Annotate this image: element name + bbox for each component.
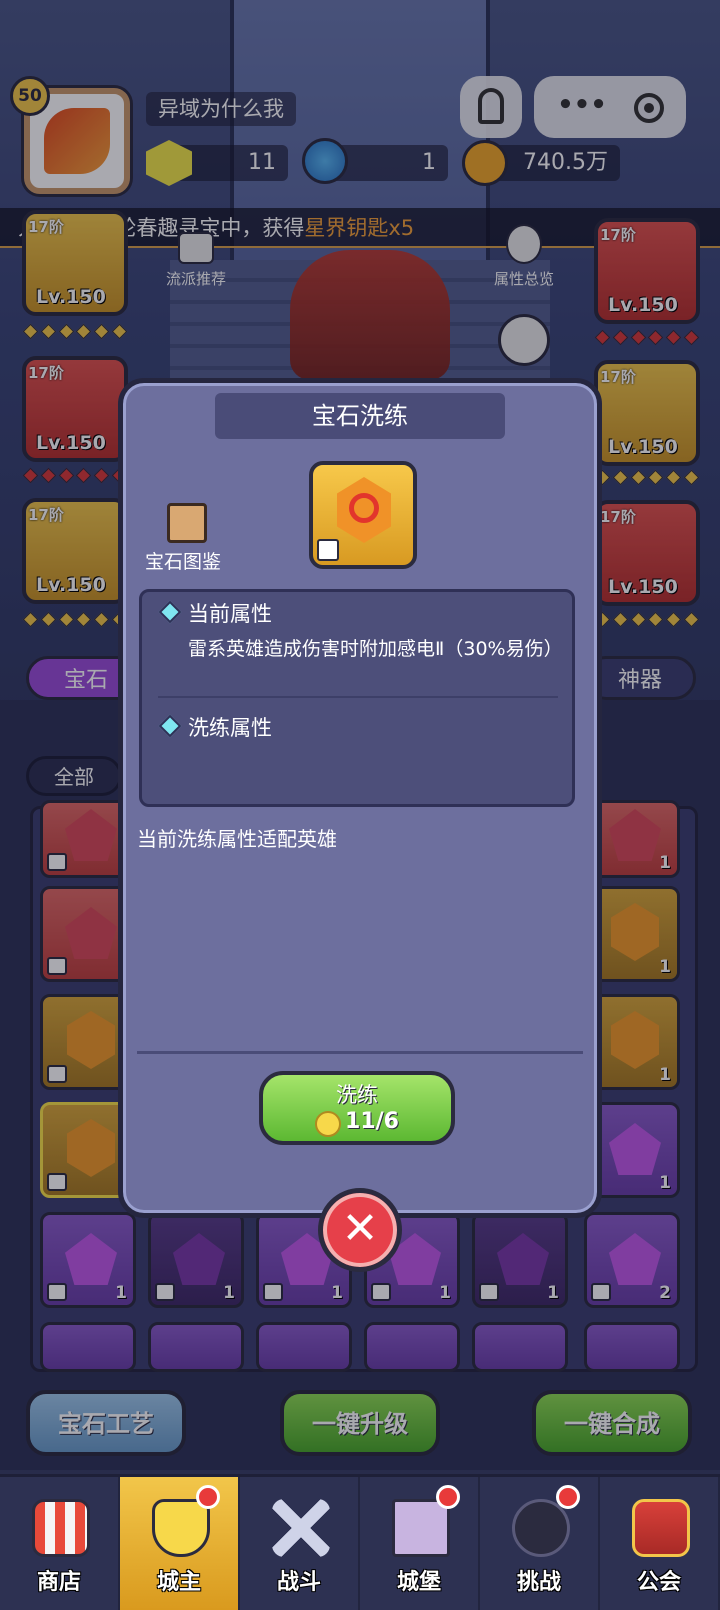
refine-button-label: 洗练: [336, 1083, 378, 1107]
attribute-panel: 当前属性 雷系英雄造成伤害时附加感电Ⅱ（30%易伤） 洗练属性: [139, 589, 575, 807]
notification-dot: [436, 1485, 460, 1509]
notification-dot: [196, 1485, 220, 1509]
nav-battle[interactable]: 战斗: [240, 1477, 360, 1610]
divider: [137, 1051, 583, 1054]
lord-icon: [152, 1499, 210, 1557]
nav-lord-label: 城主: [156, 1570, 201, 1595]
bottom-nav: 商店 城主 战斗 城堡 挑战 公会: [0, 1474, 720, 1610]
refine-cost-value: 11/6: [345, 1109, 399, 1134]
hero-fit-hint: 当前洗练属性适配英雄: [137, 827, 337, 851]
nav-castle-label: 城堡: [396, 1570, 441, 1595]
nav-castle[interactable]: 城堡: [360, 1477, 480, 1610]
diamond-bullet-icon: [158, 600, 182, 624]
gem-codex-label[interactable]: 宝石图鉴: [145, 547, 221, 574]
diamond-bullet-icon: [158, 714, 182, 738]
notification-dot: [556, 1485, 580, 1509]
shop-icon: [32, 1499, 90, 1557]
nav-shop-label: 商店: [36, 1570, 81, 1595]
book-icon[interactable]: [167, 503, 207, 543]
nav-battle-label: 战斗: [276, 1570, 321, 1595]
castle-icon: [392, 1499, 450, 1557]
gem-refine-dialog: 宝石洗练 宝石图鉴 当前属性 雷系英雄造成伤害时附加感电Ⅱ（30%易伤） 洗练属…: [118, 378, 602, 1218]
nav-lord[interactable]: 城主: [120, 1477, 240, 1610]
coin-icon: [315, 1110, 342, 1137]
selected-gem: [309, 461, 417, 569]
current-attr-heading: 当前属性: [188, 602, 272, 626]
nav-guild-label: 公会: [636, 1570, 681, 1595]
dialog-title: 宝石洗练: [215, 393, 505, 439]
divider: [158, 696, 558, 698]
challenge-icon: [512, 1499, 570, 1557]
fire-spiral-icon: [349, 493, 379, 523]
guild-icon: [632, 1499, 690, 1557]
refine-attr-heading: 洗练属性: [188, 716, 272, 740]
nav-guild[interactable]: 公会: [600, 1477, 720, 1610]
refine-button[interactable]: 洗练 11/6: [259, 1071, 455, 1145]
refine-cost: 11/6: [315, 1109, 399, 1137]
nav-challenge[interactable]: 挑战: [480, 1477, 600, 1610]
current-attr-text: 雷系英雄造成伤害时附加感电Ⅱ（30%易伤）: [188, 638, 563, 660]
slot-type-icon: [317, 539, 339, 561]
battle-icon: [272, 1499, 330, 1557]
close-button[interactable]: ✕: [318, 1188, 402, 1272]
nav-shop[interactable]: 商店: [0, 1477, 120, 1610]
nav-challenge-label: 挑战: [516, 1570, 561, 1595]
close-icon: ✕: [341, 1203, 379, 1254]
